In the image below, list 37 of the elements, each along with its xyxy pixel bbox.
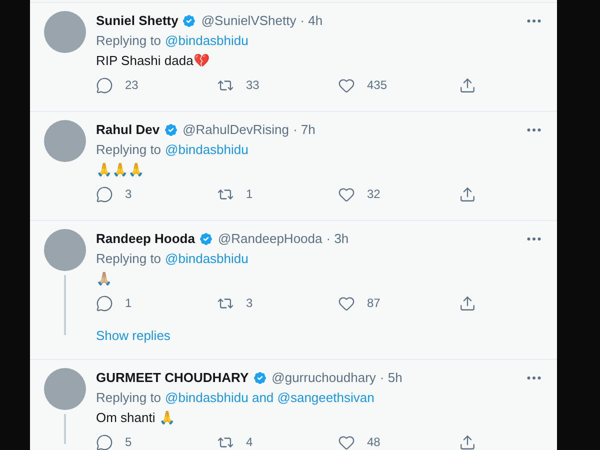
- mention-link[interactable]: @bindasbhidu and @sangeethsivan: [165, 388, 374, 408]
- tweet-time[interactable]: · 5h: [380, 368, 402, 388]
- reply-button[interactable]: 3: [96, 185, 217, 203]
- like-button[interactable]: 32: [338, 185, 459, 203]
- replying-label: Replying to: [96, 32, 162, 50]
- like-button[interactable]: 48: [338, 433, 459, 450]
- reply-button[interactable]: 5: [96, 433, 217, 450]
- reply-button[interactable]: 23: [96, 76, 217, 94]
- tweet-text: Om shanti 🙏: [96, 409, 176, 428]
- author-handle[interactable]: @gurruchoudhary: [272, 368, 376, 388]
- retweet-button[interactable]: 1: [217, 185, 338, 203]
- author-name[interactable]: Randeep Hooda: [96, 229, 195, 249]
- mention-link[interactable]: @bindasbhidu: [165, 31, 248, 51]
- author-name[interactable]: Suniel Shetty: [96, 11, 178, 31]
- replying-label: Replying to: [96, 250, 162, 268]
- tweet-text: RIP Shashi dada💔: [96, 52, 210, 70]
- tweet-text: 🙏🙏🙏: [96, 161, 145, 180]
- retweet-button[interactable]: 33: [217, 76, 338, 94]
- retweet-button[interactable]: 3: [217, 294, 338, 312]
- author-handle[interactable]: @RandeepHooda: [218, 229, 322, 249]
- tweet-time[interactable]: · 3h: [326, 229, 349, 249]
- replying-label: Replying to: [96, 141, 162, 160]
- author-handle[interactable]: @SunielVShetty: [201, 11, 296, 31]
- mention-link[interactable]: @bindasbhidu: [165, 249, 248, 269]
- retweet-button[interactable]: 4: [217, 433, 338, 450]
- reply-button[interactable]: 1: [96, 294, 217, 312]
- mention-link[interactable]: @bindasbhidu: [165, 140, 248, 160]
- like-button[interactable]: 87: [338, 294, 459, 312]
- author-name[interactable]: Rahul Dev: [96, 120, 160, 140]
- tweet-time[interactable]: · 7h: [292, 120, 316, 140]
- show-replies-link[interactable]: Show replies: [96, 325, 170, 347]
- tweet-text: 🙏🏼: [96, 270, 113, 288]
- author-name[interactable]: GURMEET CHOUDHARY: [96, 368, 249, 388]
- replying-label: Replying to: [96, 389, 162, 408]
- tweet-time[interactable]: · 4h: [300, 11, 323, 31]
- author-handle[interactable]: @RahulDevRising: [182, 120, 289, 140]
- like-button[interactable]: 435: [338, 76, 459, 94]
